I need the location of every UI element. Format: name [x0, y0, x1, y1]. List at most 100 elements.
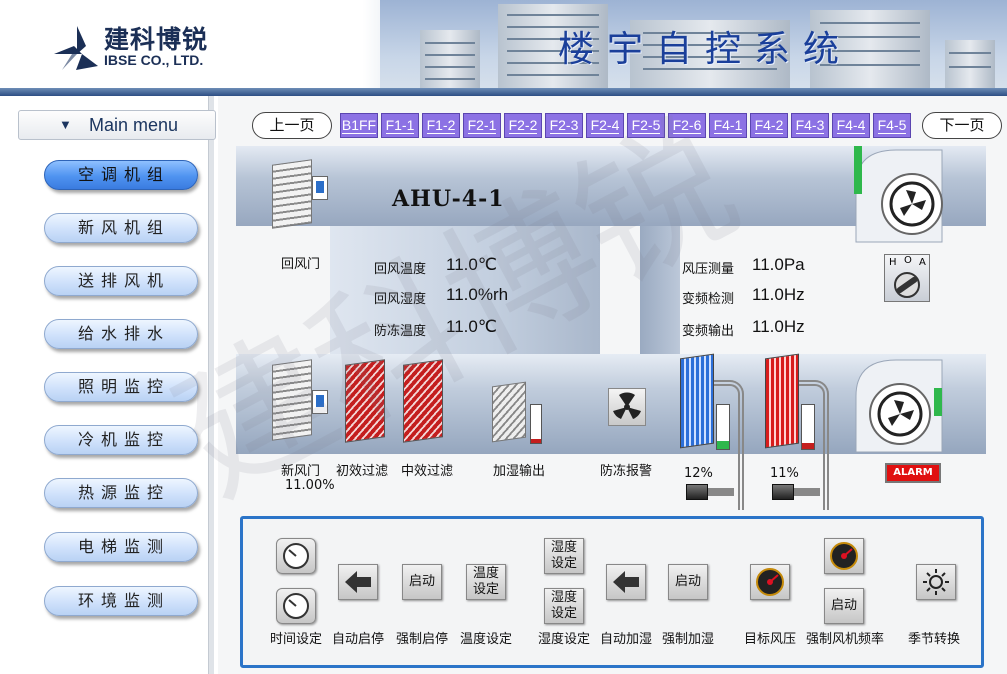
- antifreeze-alarm-indicator: [608, 388, 646, 426]
- prev-page-button[interactable]: 上一页: [252, 112, 332, 139]
- duct-riser-right: [640, 226, 680, 354]
- floor-tab-f4-4[interactable]: F4-4: [832, 113, 870, 138]
- force-start-stop-button[interactable]: 启动: [402, 564, 442, 600]
- floor-tab-label: F2-1: [467, 117, 497, 134]
- sidebar-item-ac-unit[interactable]: 空调机组: [44, 160, 198, 190]
- supply-fan-icon[interactable]: [846, 356, 946, 456]
- floor-tab-f1-2[interactable]: F1-2: [422, 113, 460, 138]
- floor-tab-f2-3[interactable]: F2-3: [545, 113, 583, 138]
- floor-tab-f4-3[interactable]: F4-3: [791, 113, 829, 138]
- control-label-season: 季节转换: [908, 632, 961, 647]
- sidebar-item-lighting[interactable]: 照明监控: [44, 372, 198, 402]
- floor-tab-label: F2-5: [631, 117, 661, 134]
- main-menu-header[interactable]: ▼ Main menu: [18, 110, 216, 140]
- heating-valve-actuator-icon[interactable]: [772, 484, 794, 500]
- primary-filter-label: 初效过滤: [336, 464, 389, 479]
- return-temp-value: 11.0℃: [446, 255, 497, 274]
- force-humidify-button[interactable]: 启动: [668, 564, 708, 600]
- sidebar-item-environment[interactable]: 环境监测: [44, 586, 198, 616]
- target-pressure-button[interactable]: [750, 564, 790, 600]
- return-humidity-label: 回风湿度: [374, 292, 427, 307]
- control-label-target-pressure: 目标风压: [744, 632, 797, 647]
- control-label-humidity-set: 湿度设定: [538, 632, 591, 647]
- humidity-setpoint-button-1[interactable]: 湿度 设定: [544, 538, 584, 574]
- control-label-temp-set: 温度设定: [460, 632, 513, 647]
- floor-tab-f2-1[interactable]: F2-1: [463, 113, 501, 138]
- hoa-o-label: O: [904, 255, 912, 266]
- floor-tab-label: F2-2: [508, 117, 538, 134]
- pressure-value: 11.0Pa: [752, 255, 805, 274]
- time-setting-clock-icon-1[interactable]: [276, 538, 316, 574]
- vfd-output-value: 11.0Hz: [752, 317, 805, 336]
- floor-tab-f4-5[interactable]: F4-5: [873, 113, 911, 138]
- gauge-icon: [830, 542, 858, 570]
- force-fan-frequency-button[interactable]: 启动: [824, 588, 864, 624]
- fresh-damper-icon[interactable]: [272, 359, 312, 441]
- sidebar-item-chiller[interactable]: 冷机监控: [44, 425, 198, 455]
- floor-tab-f1-1[interactable]: F1-1: [381, 113, 419, 138]
- cooling-valve-actuator-icon[interactable]: [686, 484, 708, 500]
- arrow-left-icon: [345, 571, 371, 593]
- hoa-switch[interactable]: H O A: [884, 254, 930, 302]
- radiation-icon: [613, 392, 641, 419]
- temp-setpoint-button[interactable]: 温度 设定: [466, 564, 506, 600]
- return-temp-label: 回风温度: [374, 262, 427, 277]
- cooling-valve-body: [708, 488, 734, 496]
- logo-text-en: IBSE CO., LTD.: [104, 52, 204, 68]
- company-logo: 建科博锐 IBSE CO., LTD.: [52, 20, 262, 80]
- sidebar-item-heat-source[interactable]: 热源监控: [44, 478, 198, 508]
- fresh-damper-value: 11.00%: [285, 478, 335, 493]
- floor-tab-label: F2-4: [590, 117, 620, 134]
- fan-frequency-gauge-button[interactable]: [824, 538, 864, 574]
- control-label-force-humidify: 强制加湿: [662, 632, 715, 647]
- humidity-setpoint-line2: 设定: [550, 606, 577, 621]
- ahu-title: AHU-4-1: [392, 186, 505, 212]
- humidifier-icon: [492, 381, 526, 443]
- heating-valve-body: [794, 488, 820, 496]
- logo-text-cn: 建科博锐: [104, 25, 209, 54]
- auto-start-stop-button[interactable]: [338, 564, 378, 600]
- header-banner: 建科博锐 IBSE CO., LTD. 楼宇自控系统: [0, 0, 1007, 96]
- humidifier-label: 加湿输出: [493, 464, 546, 479]
- floor-tab-f4-1[interactable]: F4-1: [709, 113, 747, 138]
- time-setting-clock-icon-2[interactable]: [276, 588, 316, 624]
- sidebar-item-elevator[interactable]: 电梯监测: [44, 532, 198, 562]
- humidity-setpoint-button-2[interactable]: 湿度 设定: [544, 588, 584, 624]
- clock-icon: [283, 593, 309, 619]
- fresh-damper-label: 新风门: [281, 464, 321, 479]
- gauge-icon: [756, 568, 784, 596]
- fan-alarm-badge[interactable]: ALARM: [885, 463, 941, 483]
- vfd-feedback-label: 变频检测: [682, 292, 735, 307]
- return-fan-icon[interactable]: [846, 146, 946, 246]
- heating-coil-icon: [765, 353, 799, 449]
- medium-filter-icon: [403, 359, 443, 443]
- floor-tab-f2-2[interactable]: F2-2: [504, 113, 542, 138]
- floor-tab-f2-5[interactable]: F2-5: [627, 113, 665, 138]
- floor-tab-label: B1FF: [341, 117, 377, 134]
- floor-tab-b1ff[interactable]: B1FF: [340, 113, 378, 138]
- cooling-valve-pct: 12%: [684, 466, 713, 481]
- sidebar-item-fresh-air-unit[interactable]: 新风机组: [44, 213, 198, 243]
- auto-humidify-button[interactable]: [606, 564, 646, 600]
- floor-tab-f2-4[interactable]: F2-4: [586, 113, 624, 138]
- sidebar-item-water[interactable]: 给水排水: [44, 319, 198, 349]
- antifreeze-temp-value: 11.0℃: [446, 317, 497, 336]
- floor-tab-f2-6[interactable]: F2-6: [668, 113, 706, 138]
- antifreeze-alarm-label: 防冻报警: [600, 464, 653, 479]
- cooling-coil-icon: [680, 353, 714, 449]
- pressure-label: 风压测量: [682, 262, 735, 277]
- next-page-button[interactable]: 下一页: [922, 112, 1002, 139]
- sidebar-item-exhaust-fan[interactable]: 送排风机: [44, 266, 198, 296]
- hoa-knob-icon: [894, 272, 920, 298]
- season-switch-button[interactable]: [916, 564, 956, 600]
- sidebar: ▼ Main menu 空调机组 新风机组 送排风机 给水排水 照明监控 冷机监…: [0, 96, 216, 674]
- return-damper-icon[interactable]: [272, 159, 312, 229]
- humidity-setpoint-line1: 湿度: [550, 590, 577, 605]
- floor-tab-label: F4-5: [877, 117, 907, 134]
- floor-tab-label: F2-6: [672, 117, 702, 134]
- damper-actuator-icon: [312, 176, 328, 200]
- heating-valve-pct: 11%: [770, 466, 799, 481]
- antifreeze-temp-label: 防冻温度: [374, 324, 427, 339]
- floor-navigation: 上一页 B1FF F1-1 F1-2 F2-1 F2-2 F2-3 F2-4 F…: [246, 112, 1006, 140]
- floor-tab-f4-2[interactable]: F4-2: [750, 113, 788, 138]
